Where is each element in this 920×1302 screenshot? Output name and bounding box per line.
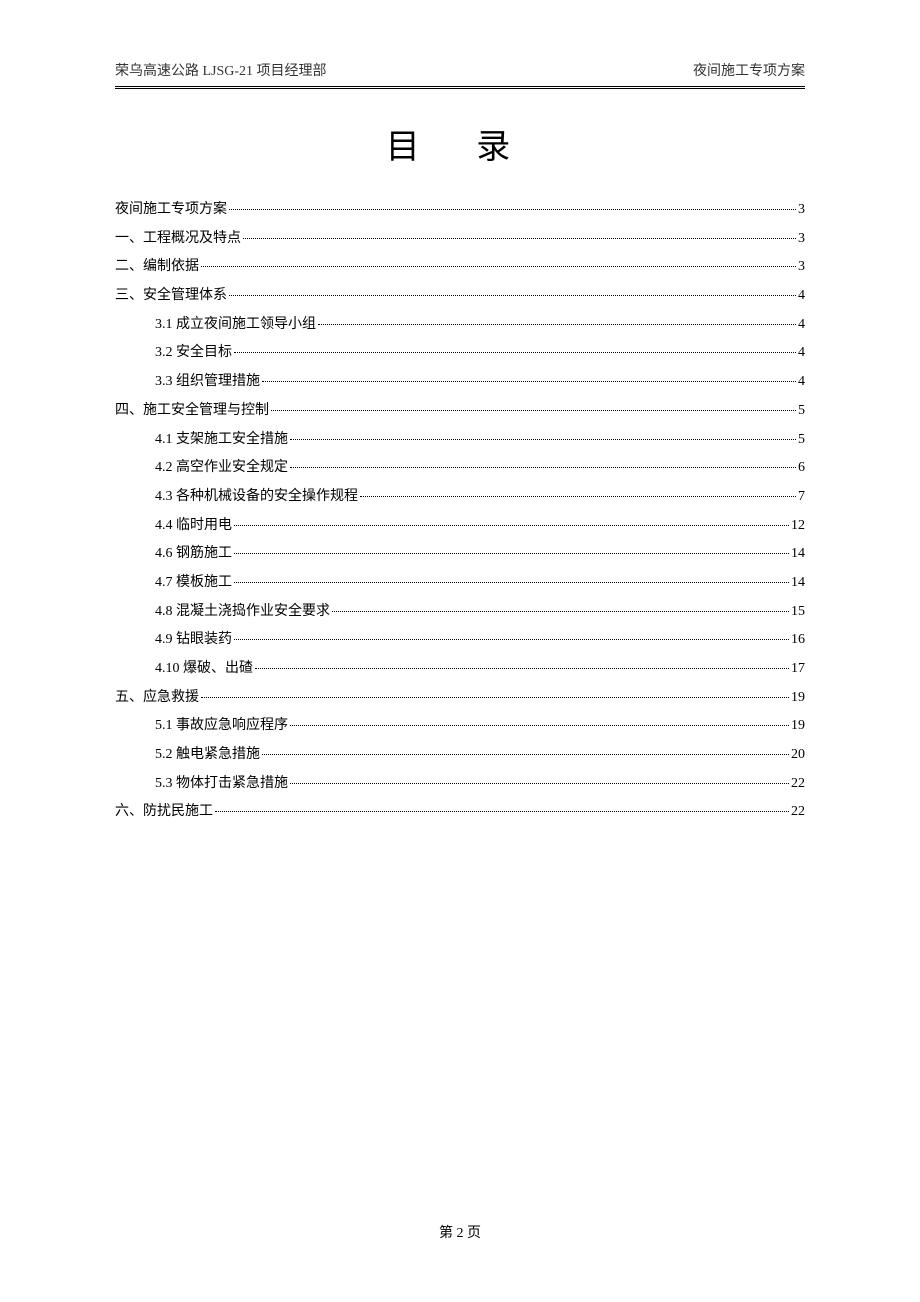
toc-entry-label: 3.2 安全目标 (155, 339, 232, 368)
header-divider (115, 86, 805, 89)
toc-entry-page: 19 (791, 712, 805, 741)
toc-entry-page: 4 (798, 368, 805, 397)
toc-entry[interactable]: 一、工程概况及特点 3 (115, 225, 805, 254)
toc-entry[interactable]: 二、编制依据 3 (115, 253, 805, 282)
toc-dots (234, 639, 789, 640)
toc-dots (229, 209, 796, 210)
toc-entry[interactable]: 4.8 混凝土浇捣作业安全要求 15 (115, 598, 805, 627)
toc-dots (332, 611, 789, 612)
toc-entry[interactable]: 3.2 安全目标 4 (115, 339, 805, 368)
toc-entry-page: 7 (798, 483, 805, 512)
toc-title: 目 录 (115, 119, 805, 168)
toc-entry-page: 22 (791, 770, 805, 799)
toc-entry[interactable]: 3.1 成立夜间施工领导小组 4 (115, 311, 805, 340)
toc-entry[interactable]: 5.2 触电紧急措施 20 (115, 741, 805, 770)
toc-entry-page: 16 (791, 626, 805, 655)
toc-dots (243, 238, 796, 239)
toc-entry[interactable]: 4.2 高空作业安全规定 6 (115, 454, 805, 483)
toc-entry-page: 5 (798, 397, 805, 426)
header-left: 荣乌高速公路 LJSG-21 项目经理部 (115, 60, 327, 80)
toc-entry-label: 一、工程概况及特点 (115, 225, 241, 254)
toc-dots (290, 783, 789, 784)
toc-entry[interactable]: 3.3 组织管理措施 4 (115, 368, 805, 397)
toc-dots (255, 668, 789, 669)
toc-entry-label: 4.2 高空作业安全规定 (155, 454, 288, 483)
toc-entry-label: 夜间施工专项方案 (115, 196, 227, 225)
toc-dots (234, 352, 796, 353)
toc-dots (318, 324, 796, 325)
toc-entry-label: 4.6 钢筋施工 (155, 540, 232, 569)
toc-dots (290, 439, 796, 440)
toc-dots (271, 410, 796, 411)
toc-entry[interactable]: 五、应急救援 19 (115, 684, 805, 713)
toc-entry-label: 4.4 临时用电 (155, 512, 232, 541)
toc-entry-page: 22 (791, 798, 805, 827)
toc-entry-label: 六、防扰民施工 (115, 798, 213, 827)
toc-entry-page: 17 (791, 655, 805, 684)
toc-entry-page: 4 (798, 339, 805, 368)
toc-entry-label: 4.1 支架施工安全措施 (155, 426, 288, 455)
toc-entry-page: 3 (798, 196, 805, 225)
toc-entry-label: 4.3 各种机械设备的安全操作规程 (155, 483, 358, 512)
toc-entry[interactable]: 4.7 模板施工 14 (115, 569, 805, 598)
toc-dots (234, 553, 789, 554)
toc-entry[interactable]: 4.9 钻眼装药 16 (115, 626, 805, 655)
toc-entry-page: 4 (798, 282, 805, 311)
table-of-contents: 夜间施工专项方案3一、工程概况及特点3二、编制依据3三、安全管理体系43.1 成… (115, 196, 805, 827)
toc-entry[interactable]: 4.4 临时用电 12 (115, 512, 805, 541)
toc-entry-label: 二、编制依据 (115, 253, 199, 282)
toc-entry-page: 19 (791, 684, 805, 713)
toc-entry-label: 4.8 混凝土浇捣作业安全要求 (155, 598, 330, 627)
page-header: 荣乌高速公路 LJSG-21 项目经理部 夜间施工专项方案 (115, 60, 805, 86)
header-right: 夜间施工专项方案 (693, 60, 805, 80)
toc-dots (234, 582, 789, 583)
toc-entry-page: 15 (791, 598, 805, 627)
toc-dots (360, 496, 796, 497)
toc-entry-label: 四、施工安全管理与控制 (115, 397, 269, 426)
toc-dots (290, 725, 789, 726)
toc-entry-label: 4.7 模板施工 (155, 569, 232, 598)
toc-dots (201, 697, 789, 698)
toc-entry-page: 3 (798, 225, 805, 254)
toc-entry-page: 4 (798, 311, 805, 340)
toc-entry-label: 4.9 钻眼装药 (155, 626, 232, 655)
toc-entry-page: 12 (791, 512, 805, 541)
toc-entry-page: 14 (791, 569, 805, 598)
toc-dots (290, 467, 796, 468)
toc-entry[interactable]: 4.3 各种机械设备的安全操作规程 7 (115, 483, 805, 512)
toc-entry-label: 5.3 物体打击紧急措施 (155, 770, 288, 799)
toc-entry-page: 14 (791, 540, 805, 569)
toc-entry[interactable]: 夜间施工专项方案 3 (115, 196, 805, 225)
toc-entry-label: 五、应急救援 (115, 684, 199, 713)
toc-entry[interactable]: 4.1 支架施工安全措施 5 (115, 426, 805, 455)
toc-dots (262, 754, 789, 755)
toc-dots (215, 811, 789, 812)
toc-entry-label: 5.1 事故应急响应程序 (155, 712, 288, 741)
page-footer: 第 2 页 (115, 1222, 805, 1262)
toc-entry[interactable]: 5.3 物体打击紧急措施 22 (115, 770, 805, 799)
toc-entry-label: 三、安全管理体系 (115, 282, 227, 311)
toc-dots (234, 525, 789, 526)
toc-entry-page: 3 (798, 253, 805, 282)
toc-dots (229, 295, 796, 296)
toc-entry-label: 5.2 触电紧急措施 (155, 741, 260, 770)
toc-entry[interactable]: 六、防扰民施工 22 (115, 798, 805, 827)
toc-entry-page: 20 (791, 741, 805, 770)
toc-entry[interactable]: 5.1 事故应急响应程序 19 (115, 712, 805, 741)
toc-entry[interactable]: 三、安全管理体系 4 (115, 282, 805, 311)
toc-dots (201, 266, 796, 267)
toc-entry[interactable]: 4.6 钢筋施工 14 (115, 540, 805, 569)
toc-entry-page: 5 (798, 426, 805, 455)
toc-entry[interactable]: 4.10 爆破、出碴 17 (115, 655, 805, 684)
toc-entry-page: 6 (798, 454, 805, 483)
toc-entry-label: 3.3 组织管理措施 (155, 368, 260, 397)
toc-entry[interactable]: 四、施工安全管理与控制 5 (115, 397, 805, 426)
toc-entry-label: 3.1 成立夜间施工领导小组 (155, 311, 316, 340)
toc-entry-label: 4.10 爆破、出碴 (155, 655, 253, 684)
document-page: 荣乌高速公路 LJSG-21 项目经理部 夜间施工专项方案 目 录 夜间施工专项… (0, 0, 920, 1302)
toc-dots (262, 381, 796, 382)
